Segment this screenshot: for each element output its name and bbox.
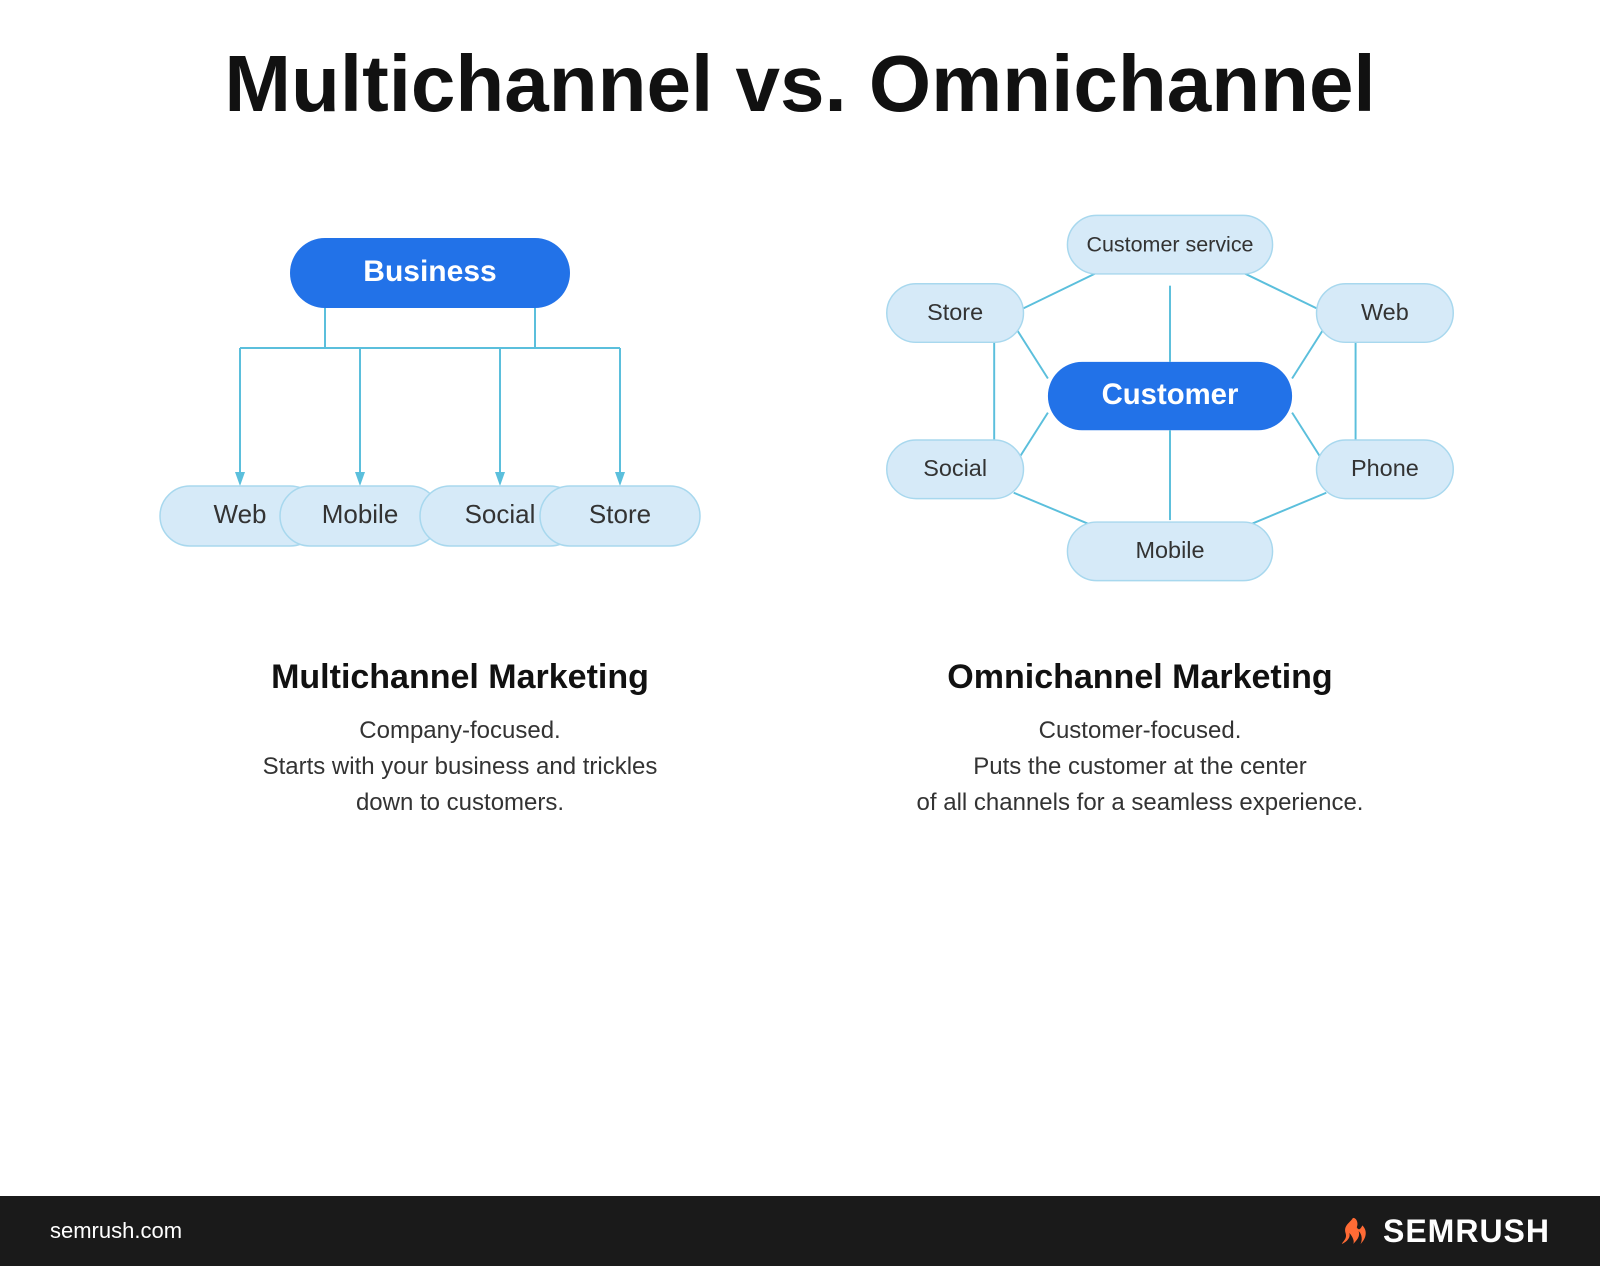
multichannel-diagram: Business xyxy=(90,208,770,588)
svg-text:Mobile: Mobile xyxy=(1135,537,1204,563)
omnichannel-desc: Customer-focused. Puts the customer at t… xyxy=(810,713,1470,821)
omnichannel-title: Omnichannel Marketing xyxy=(810,658,1470,697)
svg-text:Social: Social xyxy=(465,499,536,529)
svg-text:Customer service: Customer service xyxy=(1086,232,1253,256)
multichannel-svg: Business xyxy=(130,208,730,588)
svg-text:Store: Store xyxy=(927,299,983,325)
footer: semrush.com SEMRUSH xyxy=(0,1196,1600,1266)
main-content: Multichannel vs. Omnichannel Business xyxy=(0,0,1600,1196)
svg-text:Phone: Phone xyxy=(1351,455,1419,481)
multichannel-desc: Company-focused. Starts with your busine… xyxy=(130,713,790,821)
svg-text:Store: Store xyxy=(589,499,651,529)
svg-text:Mobile: Mobile xyxy=(322,499,399,529)
multichannel-section: Multichannel Marketing Company-focused. … xyxy=(130,658,790,821)
footer-url: semrush.com xyxy=(50,1218,182,1244)
svg-text:Web: Web xyxy=(214,499,267,529)
svg-text:Web: Web xyxy=(1361,299,1409,325)
bottom-descriptions: Multichannel Marketing Company-focused. … xyxy=(60,658,1540,821)
semrush-brand-name: SEMRUSH xyxy=(1383,1213,1550,1250)
semrush-flame-icon xyxy=(1333,1216,1373,1246)
omnichannel-section: Omnichannel Marketing Customer-focused. … xyxy=(810,658,1470,821)
multichannel-title: Multichannel Marketing xyxy=(130,658,790,697)
semrush-logo: SEMRUSH xyxy=(1333,1213,1550,1250)
svg-text:Business: Business xyxy=(363,255,496,288)
page-title: Multichannel vs. Omnichannel xyxy=(224,40,1375,128)
svg-text:Social: Social xyxy=(923,455,987,481)
omnichannel-svg: Customer xyxy=(850,188,1490,608)
omnichannel-diagram: Customer xyxy=(830,188,1510,608)
svg-text:Customer: Customer xyxy=(1102,378,1239,411)
diagrams-row: Business xyxy=(60,188,1540,608)
